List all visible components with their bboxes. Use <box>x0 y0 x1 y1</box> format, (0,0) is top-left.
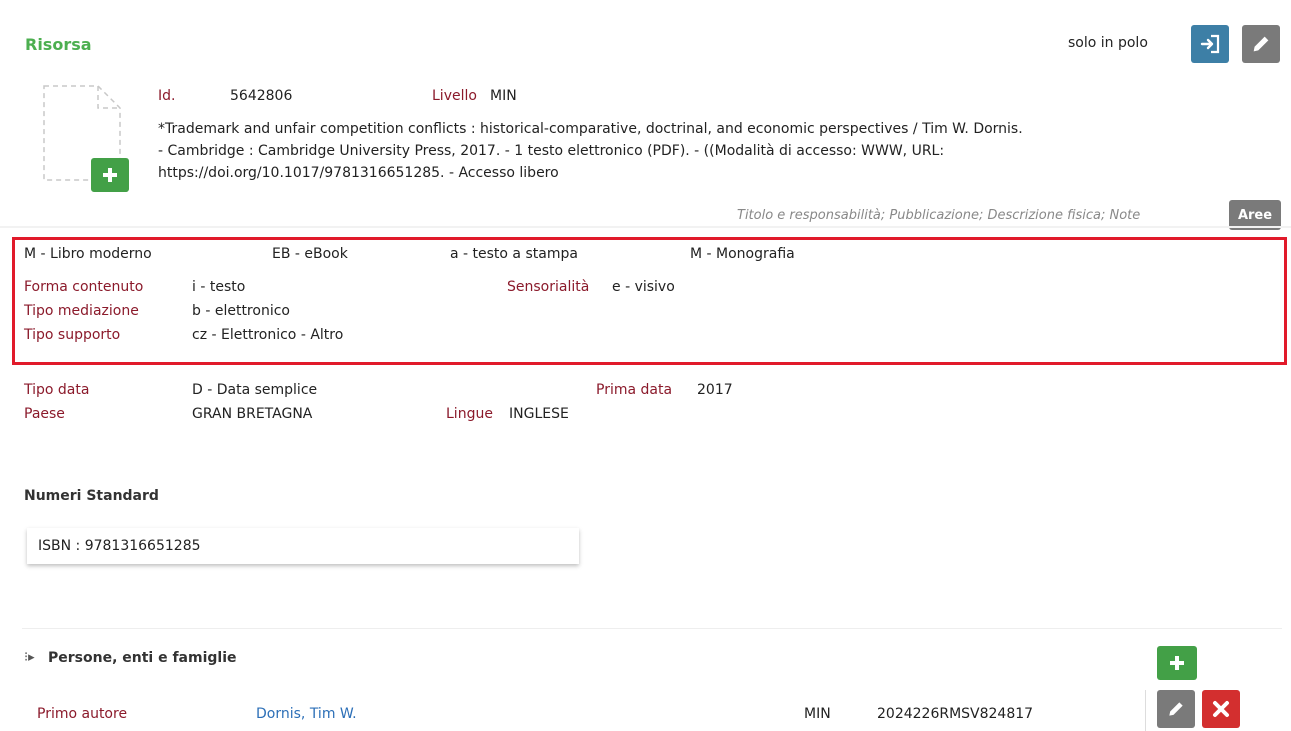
edit-person-button[interactable] <box>1157 690 1195 728</box>
isbn-value: ISBN : 9781316651285 <box>38 538 201 554</box>
date-type-value: D - Data semplice <box>192 382 318 398</box>
level-label: Livello <box>432 88 477 104</box>
export-icon <box>1200 34 1220 54</box>
person-name-link[interactable]: Dornis, Tim W. <box>256 706 357 722</box>
mediation-label: Tipo mediazione <box>24 303 139 319</box>
country-value: GRAN BRETAGNA <box>192 406 313 422</box>
format-value: EB - eBook <box>272 246 348 262</box>
plus-icon <box>103 168 117 182</box>
tree-arrow-icon: ⁝▸ <box>24 650 35 665</box>
row-actions-divider <box>1145 690 1146 731</box>
record-type-value: a - testo a stampa <box>450 246 578 262</box>
areas-summary: Titolo e responsabilità; Pubblicazione; … <box>737 208 1141 223</box>
persons-heading[interactable]: Persone, enti e famiglie <box>48 650 237 666</box>
sensory-value: e - visivo <box>612 279 675 295</box>
scope-label: solo in polo <box>1068 35 1148 51</box>
level-value: MIN <box>490 88 517 104</box>
person-level: MIN <box>804 706 831 722</box>
languages-value: INGLESE <box>509 406 569 422</box>
first-date-value: 2017 <box>697 382 733 398</box>
content-form-label: Forma contenuto <box>24 279 144 295</box>
persons-separator <box>22 628 1282 629</box>
edit-record-button[interactable] <box>1242 25 1280 63</box>
person-role: Primo autore <box>37 706 128 722</box>
standard-numbers-heading: Numeri Standard <box>24 488 159 504</box>
material-value: M - Libro moderno <box>24 246 152 262</box>
date-type-label: Tipo data <box>24 382 90 398</box>
bib-level-value: M - Monografia <box>690 246 795 262</box>
plus-icon <box>1170 656 1184 670</box>
description-line-3: https://doi.org/10.1017/9781316651285. -… <box>158 165 559 181</box>
first-date-label: Prima data <box>596 382 673 398</box>
export-button[interactable] <box>1191 25 1229 63</box>
page-title: Risorsa <box>25 35 92 54</box>
mediation-value: b - elettronico <box>192 303 290 319</box>
typology-highlight-box <box>12 237 1287 365</box>
support-value: cz - Elettronico - Altro <box>192 327 344 343</box>
pencil-icon <box>1169 702 1183 716</box>
add-cover-button[interactable] <box>91 158 129 192</box>
languages-label: Lingue <box>446 406 493 422</box>
delete-person-button[interactable] <box>1202 690 1240 728</box>
add-person-button[interactable] <box>1157 646 1197 680</box>
support-label: Tipo supporto <box>24 327 121 343</box>
description-line-1: *Trademark and unfair competition confli… <box>158 121 1023 137</box>
content-form-value: i - testo <box>192 279 246 295</box>
country-label: Paese <box>24 406 65 422</box>
pencil-icon <box>1253 36 1269 52</box>
section-divider <box>0 226 1291 228</box>
close-icon <box>1213 701 1229 717</box>
id-value: 5642806 <box>230 88 293 104</box>
sensory-label: Sensorialità <box>507 279 590 295</box>
description-line-2: - Cambridge : Cambridge University Press… <box>158 143 945 159</box>
person-vid: 2024226RMSV824817 <box>877 706 1034 722</box>
id-label: Id. <box>158 88 176 104</box>
